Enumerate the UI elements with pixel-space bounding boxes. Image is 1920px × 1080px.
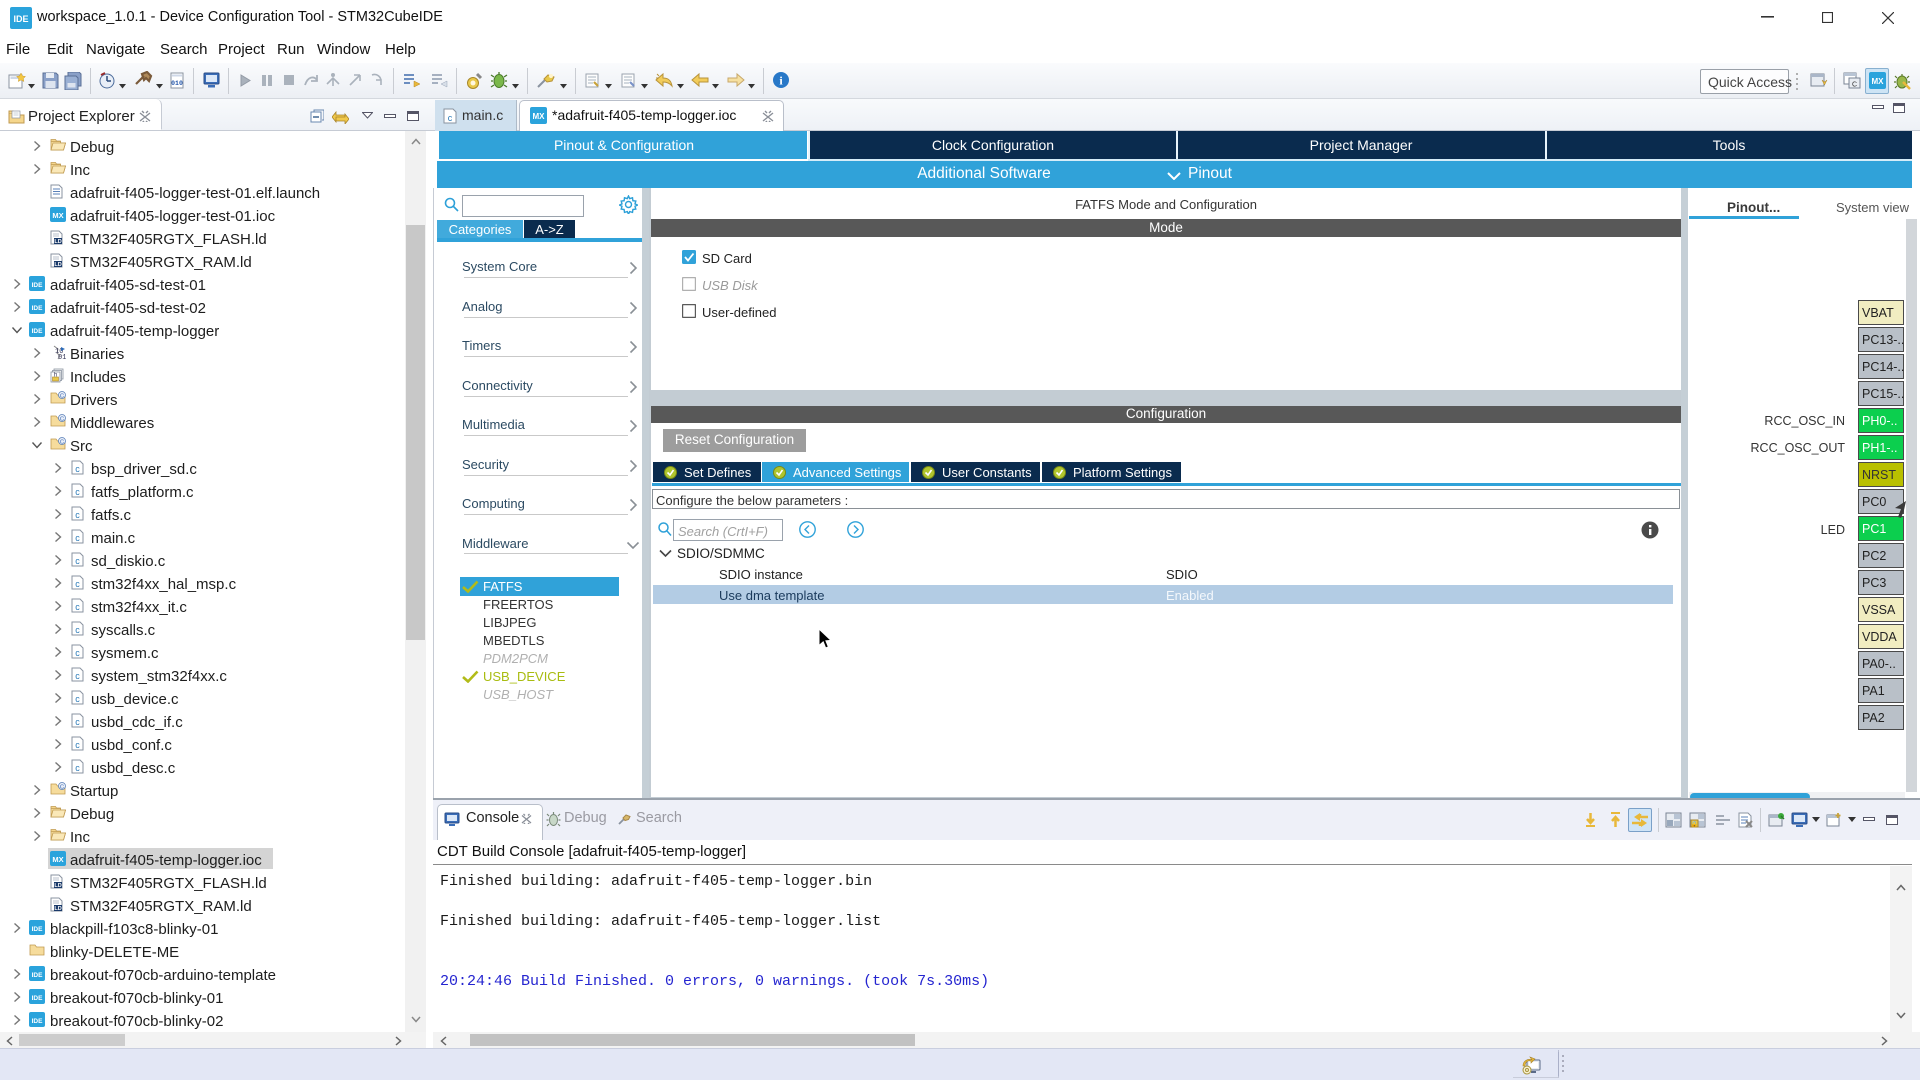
svg-text:LD: LD [54, 262, 61, 268]
svg-text:c: c [75, 533, 80, 543]
svg-text:01: 01 [58, 354, 66, 360]
svg-text:c: c [448, 113, 453, 123]
svg-text:C: C [60, 440, 64, 446]
svg-text:c: c [75, 625, 80, 635]
svg-text:MX: MX [52, 211, 63, 220]
svg-text:c: c [75, 671, 80, 681]
svg-text:MX: MX [533, 112, 546, 121]
svg-text:010: 010 [171, 80, 183, 87]
svg-text:LD: LD [54, 906, 61, 912]
svg-text:IDE: IDE [32, 1018, 44, 1025]
svg-text:c: c [75, 648, 80, 658]
svg-text:c: c [75, 602, 80, 612]
svg-text:IDE: IDE [32, 995, 44, 1002]
svg-text:IDE: IDE [32, 305, 44, 312]
svg-text:C: C [60, 417, 64, 423]
svg-text:C: C [60, 785, 64, 791]
svg-text:c: c [75, 579, 80, 589]
svg-text:MX: MX [1872, 77, 1885, 86]
svg-text:c: c [75, 763, 80, 773]
svg-text:c: c [75, 740, 80, 750]
svg-text:🔒: 🔒 [1691, 820, 1698, 828]
svg-text:c: c [75, 464, 80, 474]
svg-text:IDE: IDE [32, 328, 44, 335]
svg-text:LD: LD [54, 239, 61, 245]
svg-text:c: c [75, 487, 80, 497]
svg-text:C: C [60, 394, 64, 400]
svg-text:MX: MX [52, 855, 63, 864]
svg-text:c: c [75, 717, 80, 727]
svg-text:IDE: IDE [32, 926, 44, 933]
svg-text:h: h [54, 373, 57, 379]
svg-text:IDE: IDE [32, 972, 44, 979]
svg-text:c: c [75, 510, 80, 520]
svg-text:C: C [1852, 82, 1857, 89]
svg-text:IDE: IDE [32, 282, 44, 289]
svg-text:c: c [75, 694, 80, 704]
svg-text:IDE: IDE [13, 14, 28, 24]
svg-text:LD: LD [54, 883, 61, 889]
svg-text:c: c [75, 556, 80, 566]
